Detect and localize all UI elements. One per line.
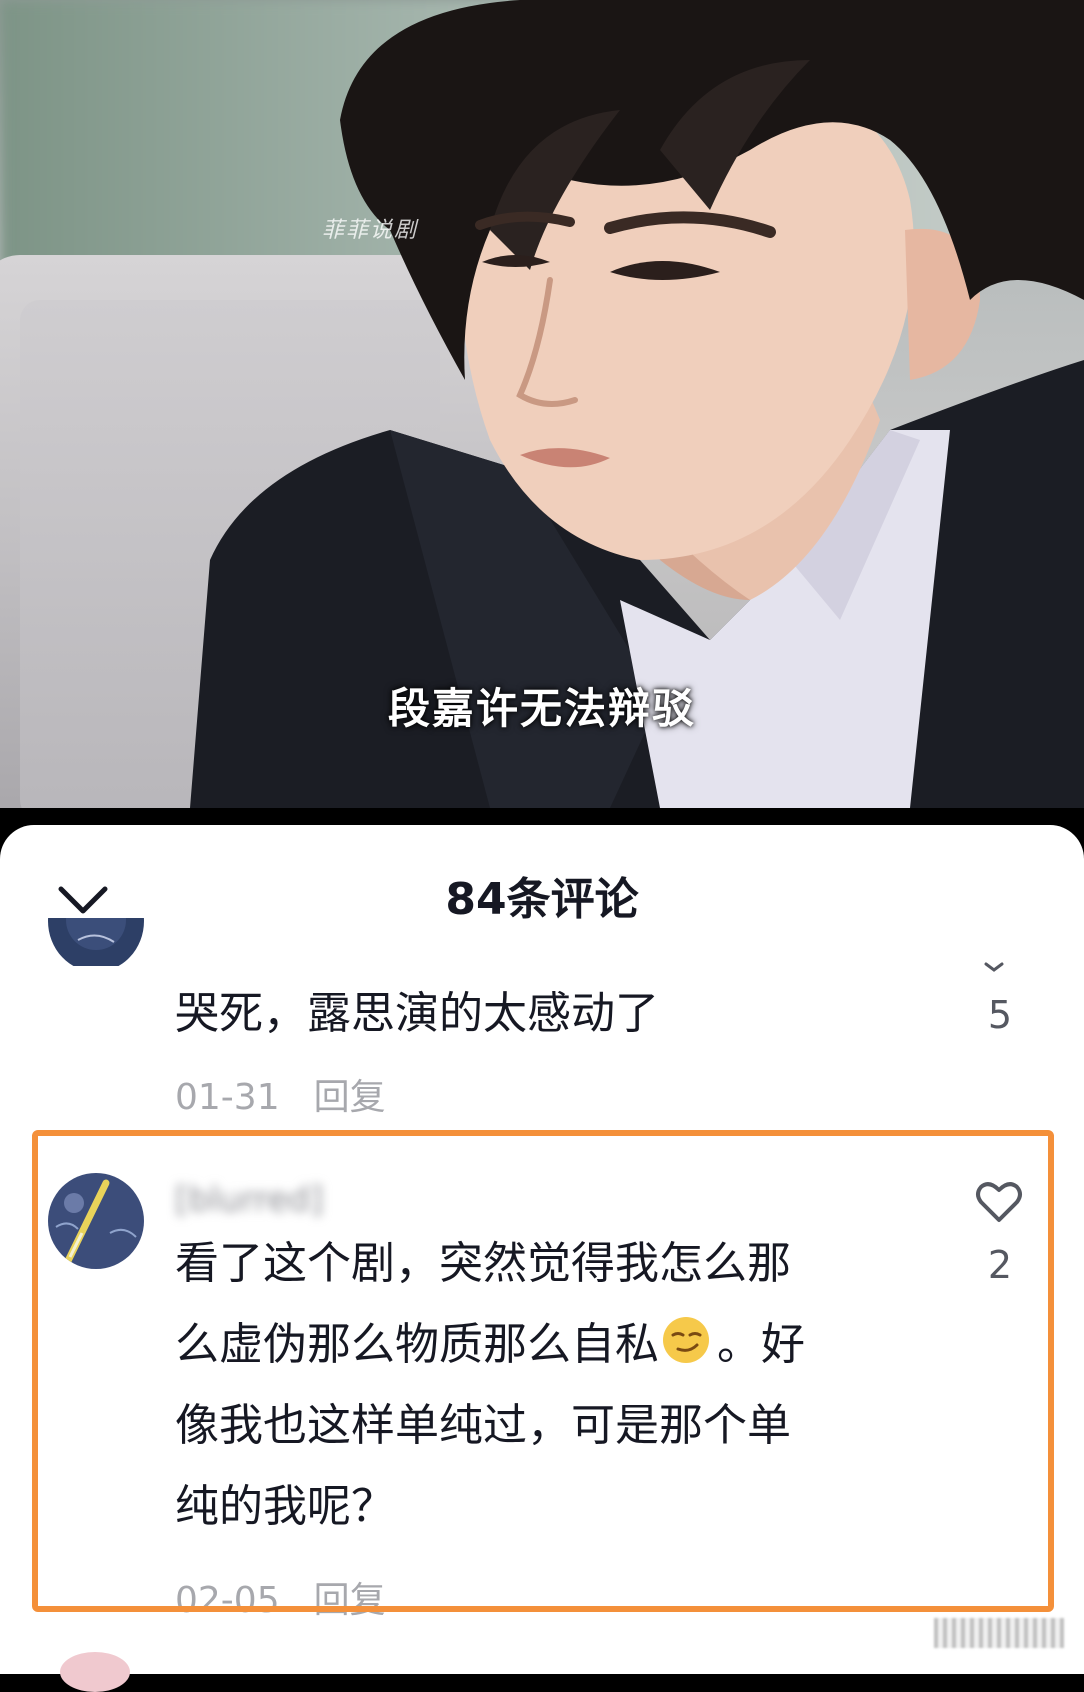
video-subtitle: 段嘉许无法辩驳 <box>387 684 696 733</box>
reply-button[interactable]: 回复 <box>314 1580 386 1621</box>
comment-date: 01-31 <box>175 1077 280 1118</box>
comment-text-line: 纯的我呢？ <box>175 1481 395 1532</box>
comment-date: 02-05 <box>175 1580 280 1621</box>
comment-text-line: 看了这个剧，突然觉得我怎么那 <box>175 1238 791 1289</box>
comment-username[interactable]: [blurred] <box>175 1180 323 1220</box>
comment-text: 看了这个剧，突然觉得我怎么那 么虚伪那么物质那么自私 。好 像我也这样单纯过，可… <box>175 1223 895 1547</box>
comment-count-title: 84条评论 <box>445 874 639 925</box>
reply-button[interactable]: 回复 <box>314 1077 386 1118</box>
avatar-image <box>48 1173 144 1269</box>
next-comment-avatar <box>60 1652 130 1692</box>
smirk-emoji-icon <box>663 1317 709 1363</box>
corner-watermark <box>934 1618 1064 1648</box>
comment-text-part: 。好 <box>717 1319 805 1370</box>
comment-text-line: 么虚伪那么物质那么自私 。好 <box>175 1304 895 1385</box>
comment-sheet-header: 84条评论 <box>0 825 1084 935</box>
like-count: 5 <box>987 993 1013 1037</box>
comment-text: 哭死，露思演的太感动了 <box>175 988 659 1039</box>
heart-icon[interactable] <box>975 1180 1023 1224</box>
comment-meta: 01-31 回复 <box>175 1068 386 1120</box>
comment-text-line: 像我也这样单纯过，可是那个单 <box>175 1400 791 1451</box>
video-watermark: 菲菲说剧 <box>322 218 419 243</box>
comment-text-part: 么虚伪那么物质那么自私 <box>175 1319 659 1370</box>
avatar[interactable] <box>48 1173 144 1269</box>
comment-meta: 02-05 回复 <box>175 1571 386 1623</box>
video-player[interactable]: 菲菲说剧 段嘉许无法辩驳 <box>0 0 1084 808</box>
like-count: 2 <box>987 1243 1013 1287</box>
heart-icon[interactable] <box>980 960 1008 974</box>
